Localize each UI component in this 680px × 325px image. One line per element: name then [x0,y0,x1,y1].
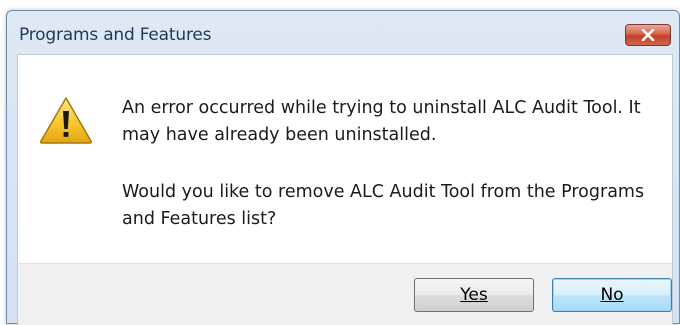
no-button[interactable]: No [552,278,672,312]
warning-icon [39,97,93,144]
button-bar: Yes No [17,263,673,325]
yes-button[interactable]: Yes [414,278,534,312]
dialog-window: Programs and Features An error occurred … [6,10,680,325]
close-icon [641,29,655,41]
close-button[interactable] [625,24,671,46]
no-button-label: No [600,285,624,305]
yes-button-label: Yes [460,285,488,305]
question-message: Would you like to remove ALC Audit Tool … [122,182,645,229]
error-message: An error occurred while trying to uninst… [122,98,641,145]
dialog-content: An error occurred while trying to uninst… [17,54,673,263]
title-bar[interactable]: Programs and Features [7,11,679,51]
dialog-title: Programs and Features [19,25,212,45]
